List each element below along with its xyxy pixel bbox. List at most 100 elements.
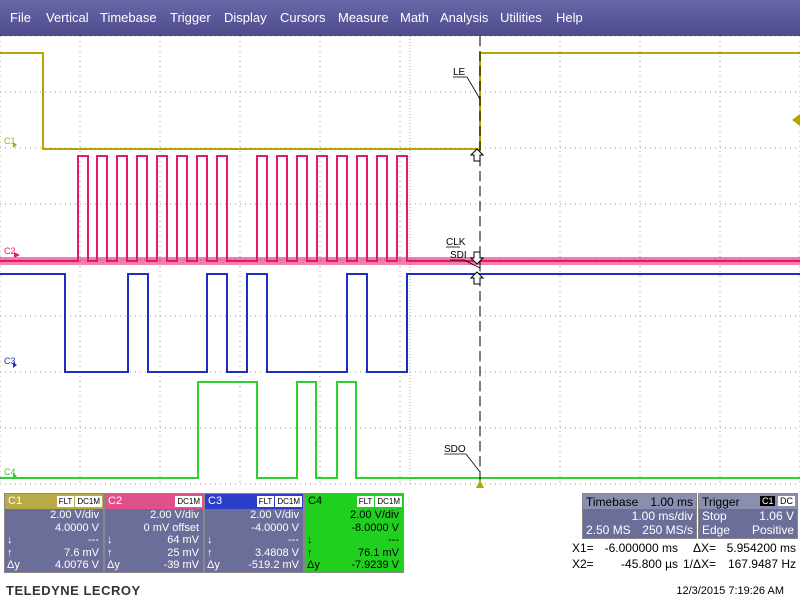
menu-trigger[interactable]: Trigger xyxy=(170,10,211,25)
channel-max-label: ↓ xyxy=(7,534,13,546)
leader-sdo xyxy=(465,453,481,473)
channel-vdiv: 2.00 V/div xyxy=(250,509,299,521)
datetime: 12/3/2015 7:19:26 AM xyxy=(676,585,784,597)
channel-min: 3.4808 V xyxy=(254,546,299,559)
menu-vertical[interactable]: Vertical xyxy=(46,10,89,25)
trigger-level: 1.06 V xyxy=(759,509,794,523)
channel-tag: FLT xyxy=(256,496,275,507)
channel-max: --- xyxy=(388,534,399,546)
timebase-box[interactable]: Timebase 1.00 ms 1.00 ms/div 2.50 MS 250… xyxy=(582,493,697,539)
channel-offset-row: -8.0000 V xyxy=(307,522,399,534)
channel-name: C3 xyxy=(208,495,223,507)
menu-analysis[interactable]: Analysis xyxy=(440,10,488,25)
channel-delta-row: Δy 4.0076 V xyxy=(7,559,99,571)
channel-offset: -8.0000 V xyxy=(351,521,399,534)
channel-name: C2 xyxy=(108,495,123,507)
cursor-x1-value: -6.000000 ms xyxy=(604,541,678,555)
channel-min: 76.1 mV xyxy=(358,546,399,559)
channel-min-row: ↑ 76.1 mV xyxy=(307,547,399,559)
menu-cursors[interactable]: Cursors xyxy=(280,10,326,25)
channel-min-row: ↑ 3.4808 V xyxy=(207,547,299,559)
menu-utilities[interactable]: Utilities xyxy=(500,10,542,25)
channel-tags: FLT DC1M xyxy=(356,496,402,507)
timebase-label: Timebase xyxy=(586,495,639,509)
channel-delta: -39 mV xyxy=(163,559,199,571)
cursor-dx-value: 5.954200 ms xyxy=(726,541,796,555)
channel-delta-label: Δy xyxy=(307,559,320,571)
channel-vdiv-row: 2.00 V/div xyxy=(7,509,99,521)
cursor-x1-label: X1= xyxy=(572,541,594,555)
channel-max-label: ↓ xyxy=(107,534,113,546)
timebase-delay: 1.00 ms xyxy=(650,495,693,509)
trace-c2-noise xyxy=(0,257,800,265)
channel-card-c2[interactable]: C2 DC1M 2.00 V/div 0 mV offset ↓ 64 mV ↑ 25 m… xyxy=(104,493,204,573)
channel-tags: FLT DC1M xyxy=(256,496,302,507)
channel-vdiv: 2.00 V/div xyxy=(50,509,99,521)
trigger-position-marker[interactable] xyxy=(476,480,484,488)
channel-max: --- xyxy=(288,534,299,546)
waveform-display[interactable]: LECLKSDISDOC1C2C3C4 xyxy=(0,36,800,490)
menu-math[interactable]: Math xyxy=(400,10,429,25)
channel-max-label: ↓ xyxy=(207,534,213,546)
channel-name: C1 xyxy=(8,495,23,507)
channel-card-c4[interactable]: C4 FLT DC1M 2.00 V/div -8.0000 V ↓ --- ↑ 76.1 … xyxy=(304,493,404,573)
channel-offset-row: 0 mV offset xyxy=(107,522,199,534)
signal-label-sdi: SDI xyxy=(450,250,467,261)
trigger-source-tag: C1 xyxy=(759,496,776,506)
channel-min-row: ↑ 25 mV xyxy=(107,547,199,559)
trigger-label: Trigger xyxy=(702,495,740,509)
channel-max: 64 mV xyxy=(167,534,199,546)
channel-tags: DC1M xyxy=(174,496,202,507)
channel-min: 25 mV xyxy=(167,546,199,559)
trigger-box[interactable]: Trigger C1 DC Stop 1.06 V Edge Positive xyxy=(698,493,798,539)
trigger-slope: Positive xyxy=(751,523,794,537)
info-panel: C1 FLT DC1M 2.00 V/div 4.0000 V ↓ --- ↑ 7.6 mV… xyxy=(0,490,800,600)
channel-vdiv: 2.00 V/div xyxy=(150,509,199,521)
channel-offset: 4.0000 V xyxy=(54,521,99,534)
channel-card-c3[interactable]: C3 FLT DC1M 2.00 V/div -4.0000 V ↓ --- ↑ 3.480… xyxy=(204,493,304,573)
channel-min-label: ↑ xyxy=(207,546,213,559)
channel-delta-label: Δy xyxy=(207,559,220,571)
leader-le xyxy=(466,76,481,100)
channel-min-label: ↑ xyxy=(107,546,113,559)
channel-delta-row: Δy -39 mV xyxy=(107,559,199,571)
channel-tag: DC1M xyxy=(275,496,302,507)
menu-help[interactable]: Help xyxy=(556,10,583,25)
channel-max: --- xyxy=(88,534,99,546)
channel-name: C4 xyxy=(308,495,323,507)
menu-file[interactable]: File xyxy=(10,10,31,25)
channel-vdiv-row: 2.00 V/div xyxy=(207,509,299,521)
channel-offset: -4.0000 V xyxy=(251,521,299,534)
channel-delta: 4.0076 V xyxy=(54,559,99,571)
channel-tag: DC1M xyxy=(175,496,202,507)
channel-offset: 0 mV offset xyxy=(143,521,199,534)
channel-tag: DC1M xyxy=(375,496,402,507)
timebase-samples: 2.50 MS xyxy=(586,523,631,537)
menu-bar: File Vertical Timebase Trigger Display Cursor… xyxy=(0,0,800,36)
cursor-x2-value: -45.800 µs xyxy=(621,557,678,571)
channel-card-c1[interactable]: C1 FLT DC1M 2.00 V/div 4.0000 V ↓ --- ↑ 7.6 mV… xyxy=(4,493,104,573)
channel-label-c2: C2 xyxy=(4,246,16,256)
trigger-tags: C1 DC xyxy=(759,496,795,506)
trigger-mode: Stop xyxy=(702,509,727,523)
channel-delta-label: Δy xyxy=(7,559,20,571)
channel-delta-row: Δy -7.9239 V xyxy=(307,559,399,571)
trigger-coupling-tag: DC xyxy=(778,496,795,506)
timebase-tdiv: 1.00 ms/div xyxy=(631,509,693,523)
arrow-marker-c1[interactable] xyxy=(469,148,485,162)
signal-label-clk: CLK xyxy=(446,237,466,248)
channel-max-row: ↓ 64 mV xyxy=(107,534,199,546)
menu-display[interactable]: Display xyxy=(224,10,267,25)
channel-vdiv-row: 2.00 V/div xyxy=(307,509,399,521)
trigger-level-marker[interactable] xyxy=(792,114,800,126)
cursor-dx-label: ΔX= xyxy=(692,541,716,555)
channel-tag: FLT xyxy=(356,496,375,507)
cursor-inv-label: 1/ΔX= xyxy=(682,557,716,571)
timebase-rate: 250 MS/s xyxy=(642,523,693,537)
teledyne-lecroy-logo: TELEDYNE LECROY xyxy=(6,583,141,598)
menu-timebase[interactable]: Timebase xyxy=(100,10,157,25)
menu-measure[interactable]: Measure xyxy=(338,10,389,25)
channel-tag: DC1M xyxy=(75,496,102,507)
channel-delta: -7.9239 V xyxy=(351,559,399,571)
channel-min-row: ↑ 7.6 mV xyxy=(7,547,99,559)
